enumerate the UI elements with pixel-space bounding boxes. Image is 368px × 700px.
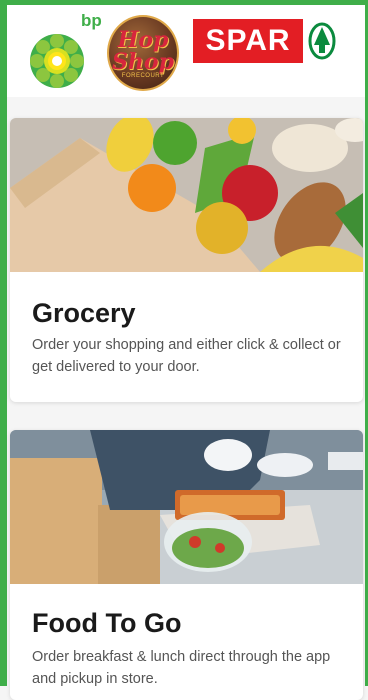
hop-shop-logo: Hop Shop FORECOURT (107, 15, 181, 95)
grocery-description: Order your shopping and either click & c… (32, 337, 341, 375)
bp-logo: bp (27, 11, 102, 95)
hop-shop-subtext: FORECOURT (121, 73, 165, 79)
hop-shop-word-2: Shop (112, 49, 174, 75)
grocery-title: Grocery (32, 298, 136, 328)
spar-logo: SPAR (193, 19, 337, 63)
food-to-go-card[interactable]: Food To Go Order breakfast & lunch direc… (10, 430, 363, 700)
brand-logo-bar: bp Hop Shop FORECOURT SPAR (7, 5, 365, 97)
food-to-go-title: Food To Go (32, 608, 182, 638)
grocery-image (10, 118, 363, 272)
grocery-card[interactable]: Grocery Order your shopping and either c… (10, 118, 363, 402)
bp-logo-text: bp (81, 11, 102, 30)
hop-shop-badge: Hop Shop FORECOURT (107, 15, 179, 91)
food-to-go-description: Order breakfast & lunch direct through t… (32, 649, 331, 687)
food-to-go-image (10, 430, 363, 584)
spar-tree-icon (307, 19, 337, 63)
spar-wordmark: SPAR (193, 19, 303, 63)
frame-left (0, 0, 7, 686)
